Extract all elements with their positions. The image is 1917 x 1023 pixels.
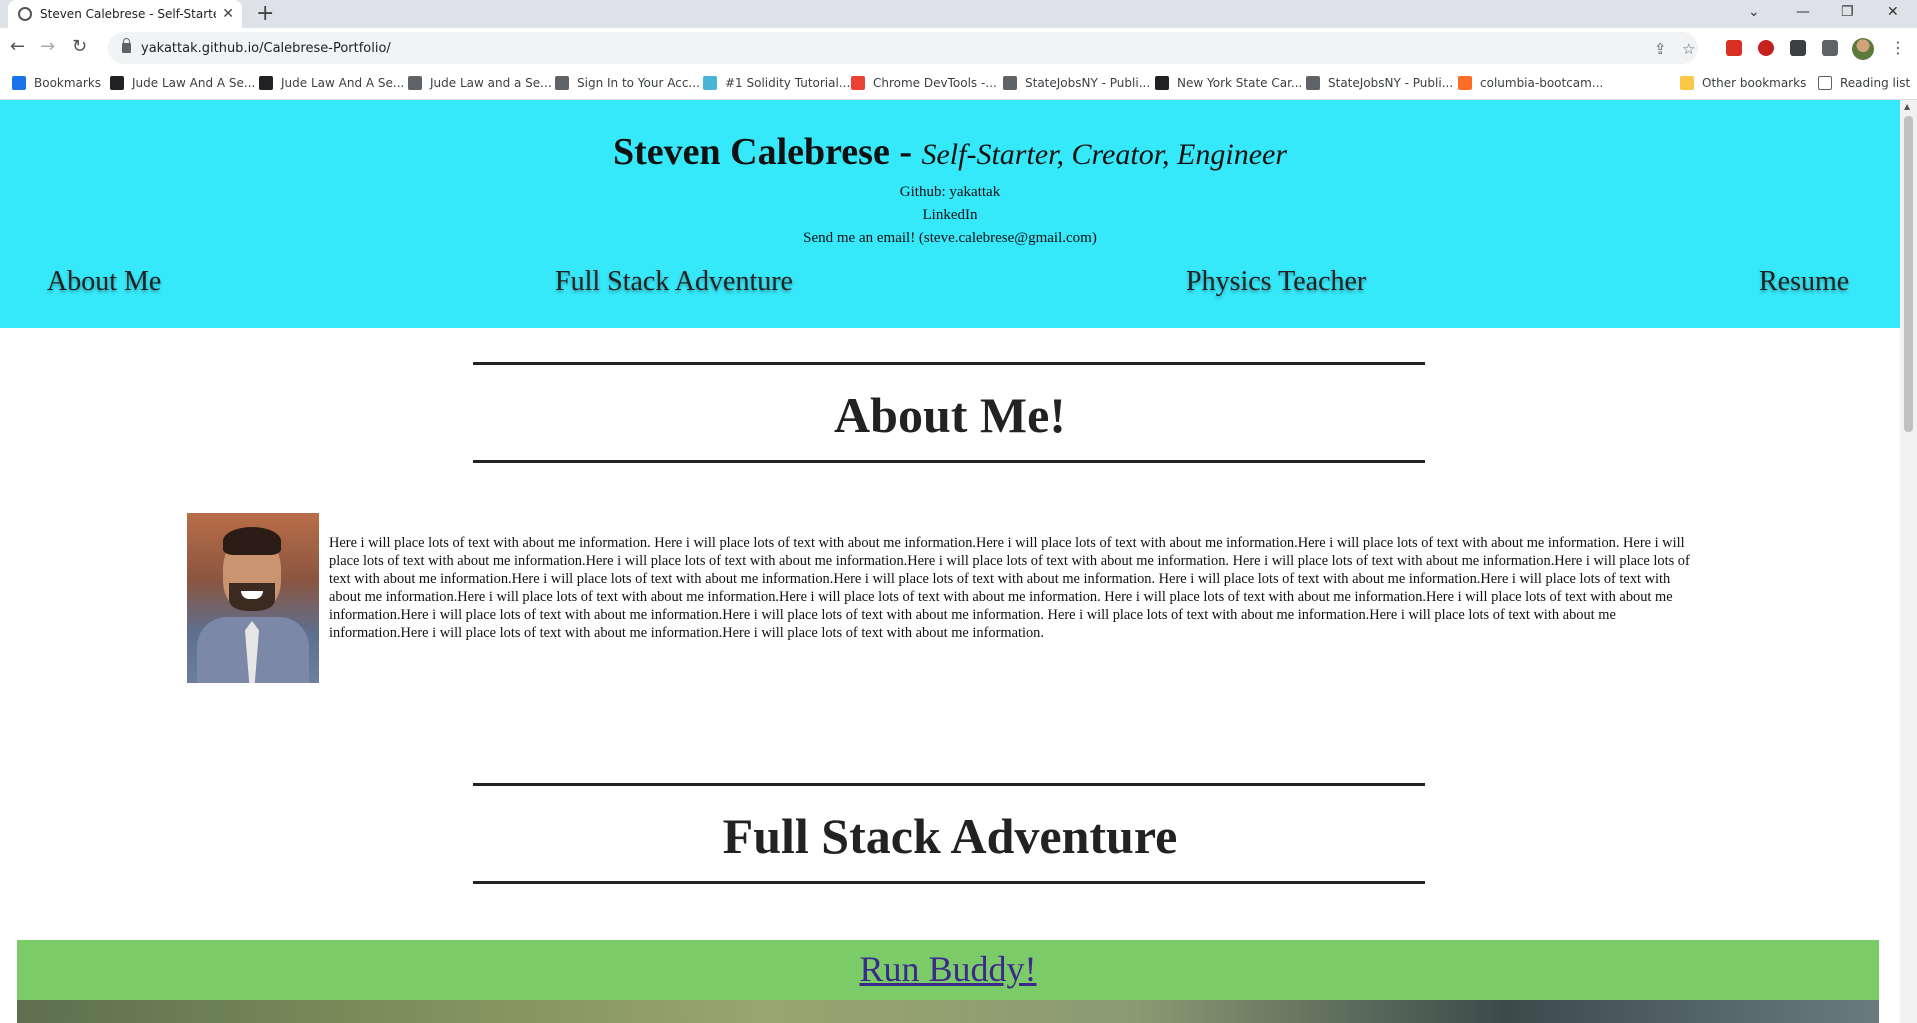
forward-icon[interactable]: → [40,36,55,58]
address-bar[interactable]: yakattak.github.io/Calebrese-Portfolio/ … [108,32,1698,64]
bookmark-item[interactable]: New York State Car... [1155,76,1302,90]
profile-avatar[interactable] [1852,38,1874,60]
divider [473,460,1425,463]
run-buddy-link[interactable]: Run Buddy! [859,948,1036,990]
scrollbar-thumb[interactable] [1904,116,1913,432]
lock-icon[interactable] [122,38,131,53]
bookmark-item[interactable]: StateJobsNY - Publi... [1003,76,1150,90]
profile-photo [187,513,319,683]
tab-search-icon[interactable]: ⌄ [1748,2,1760,22]
url-text[interactable]: yakattak.github.io/Calebrese-Portfolio/ [141,41,391,56]
site-icon [555,76,569,90]
minimize-icon[interactable]: — [1796,2,1810,22]
tab-strip: Steven Calebrese - Self-Starter, C ✕ + ⌄… [0,0,1917,28]
scrollbar[interactable]: ▲ [1900,100,1917,1023]
scroll-up-icon[interactable]: ▲ [1904,102,1910,111]
site-title: Steven Calebrese - Self-Starter, Creator… [0,130,1900,174]
nav-physics-teacher[interactable]: Physics Teacher [1186,266,1366,298]
extension-icon[interactable] [1790,40,1806,56]
bookmark-item[interactable]: #1 Solidity Tutorial... [703,76,850,90]
back-icon[interactable]: ← [10,36,25,58]
site-icon [1155,76,1169,90]
linkedin-link[interactable]: LinkedIn [0,207,1900,224]
bookmark-item[interactable]: Jude Law and a Se... [408,76,552,90]
site-icon [259,76,273,90]
divider [473,881,1425,884]
divider [473,783,1425,786]
nav-resume[interactable]: Resume [1759,266,1849,298]
bookmark-star-icon[interactable]: ☆ [1682,40,1695,58]
new-tab-button[interactable]: + [256,2,274,26]
nav-full-stack-adventure[interactable]: Full Stack Adventure [555,266,793,298]
reading-list-icon [1818,76,1832,90]
folder-icon [1680,76,1694,90]
restore-icon[interactable]: ❐ [1841,2,1854,22]
bookmark-item[interactable]: Jude Law And A Se... [259,76,404,90]
chrome-icon [851,76,865,90]
other-bookmarks[interactable]: Other bookmarks [1680,76,1806,90]
github-link[interactable]: Github: yakattak [0,184,1900,201]
bookmark-item[interactable]: Jude Law And A Se... [110,76,255,90]
site-icon [703,76,717,90]
photo-hair [223,527,281,555]
share-icon[interactable]: ⇪ [1654,40,1667,58]
page-icon [408,76,422,90]
project-card-header: Run Buddy! [17,940,1879,1000]
email-link[interactable]: Send me an email! (steve.calebrese@gmail… [0,230,1900,247]
bookmark-item[interactable]: StateJobsNY - Publi... [1306,76,1453,90]
fullstack-heading: Full Stack Adventure [722,808,1178,864]
extension-icon[interactable] [1758,40,1774,56]
window-close-icon[interactable]: ✕ [1887,2,1899,22]
extension-icon[interactable] [1726,40,1742,56]
reload-icon[interactable]: ↻ [72,36,87,58]
star-icon [12,76,26,90]
tagline: Self-Starter, Creator, Engineer [921,138,1288,171]
close-tab-icon[interactable]: ✕ [222,6,234,22]
site-icon [1003,76,1017,90]
globe-icon [18,7,32,21]
reading-list[interactable]: Reading list [1818,76,1910,90]
about-text: Here i will place lots of text with abou… [329,535,1690,642]
browser-tab[interactable]: Steven Calebrese - Self-Starter, C ✕ [8,0,242,28]
about-heading: About Me! [834,387,1066,443]
site-icon [110,76,124,90]
nav-about-me[interactable]: About Me [47,266,161,298]
bookmark-item[interactable]: columbia-bootcam... [1458,76,1603,90]
owner-name: Steven Calebrese - [612,131,922,173]
project-image[interactable] [17,1000,1879,1023]
site-header: Steven Calebrese - Self-Starter, Creator… [0,100,1900,328]
gitlab-icon [1458,76,1472,90]
bookmark-item[interactable]: Chrome DevTools -... [851,76,997,90]
bookmarks-bar: Bookmarks Jude Law And A Se... Jude Law … [0,68,1917,100]
browser-toolbar: ← → ↻ yakattak.github.io/Calebrese-Portf… [0,28,1917,68]
bookmark-item[interactable]: Sign In to Your Acc... [555,76,700,90]
site-icon [1306,76,1320,90]
tab-title: Steven Calebrese - Self-Starter, C [40,7,216,21]
bookmark-item[interactable]: Bookmarks [12,76,101,90]
more-menu-icon[interactable]: ⋮ [1890,38,1906,57]
puzzle-icon[interactable] [1822,40,1838,56]
page-viewport: Steven Calebrese - Self-Starter, Creator… [0,100,1917,1023]
divider [473,362,1425,365]
